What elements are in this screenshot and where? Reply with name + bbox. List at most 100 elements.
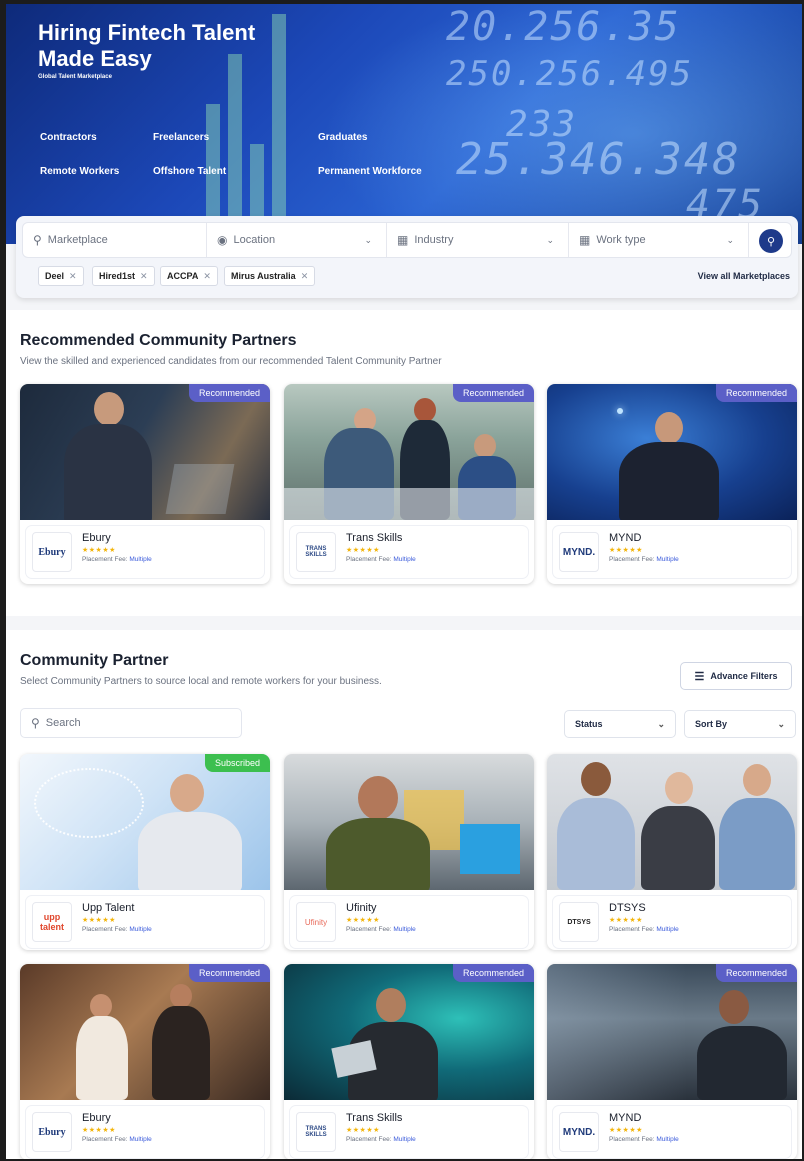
- partner-image: [20, 754, 270, 890]
- placement-fee: Placement Fee: Multiple: [82, 926, 152, 933]
- building-icon: ▦: [397, 233, 409, 247]
- partner-image: [547, 384, 797, 520]
- chevron-down-icon: ⌄: [546, 234, 554, 245]
- hero-link-graduates[interactable]: Graduates: [318, 132, 367, 143]
- partner-info: TRANS SKILLS Trans Skills ★★★★★ Placemen…: [290, 1106, 528, 1158]
- hero-title: Hiring Fintech Talent Made Easy: [38, 20, 256, 71]
- rating-stars: ★★★★★: [82, 547, 116, 554]
- rating-stars: ★★★★★: [609, 917, 643, 924]
- hero-link-freelancers[interactable]: Freelancers: [153, 132, 209, 143]
- rating-stars: ★★★★★: [346, 547, 380, 554]
- advance-filters-label: Advance Filters: [710, 671, 778, 681]
- chevron-down-icon: ⌄: [726, 234, 734, 245]
- section-title: Community Partner: [20, 652, 169, 669]
- chevron-down-icon: ⌄: [657, 718, 665, 729]
- partner-image: [284, 964, 534, 1100]
- location-placeholder: Location: [233, 234, 276, 246]
- partner-card-ebury-2[interactable]: Recommended Ebury Ebury ★★★★★ Placement …: [20, 964, 270, 1159]
- close-icon[interactable]: ✕: [69, 271, 77, 282]
- sort-dropdown[interactable]: Sort By ⌄: [684, 710, 796, 738]
- partner-card-trans-skills-2[interactable]: Recommended TRANS SKILLS Trans Skills ★★…: [284, 964, 534, 1159]
- hero-link-permanent-workforce[interactable]: Permanent Workforce: [318, 166, 422, 177]
- page: 20.256.35 250.256.495 233 25.346.348 475…: [6, 4, 802, 1159]
- partner-image: [547, 964, 797, 1100]
- partner-logo: Ufinity: [296, 902, 336, 942]
- partner-info: MYND. MYND ★★★★★ Placement Fee: Multiple: [553, 1106, 791, 1158]
- marketplace-field[interactable]: ⚲ Marketplace: [23, 223, 207, 257]
- marketplace-placeholder: Marketplace: [47, 234, 108, 246]
- partner-info: Ebury Ebury ★★★★★ Placement Fee: Multipl…: [26, 526, 264, 578]
- partner-card-dtsys[interactable]: DTSYS DTSYS ★★★★★ Placement Fee: Multipl…: [547, 754, 797, 950]
- partner-image: [20, 964, 270, 1100]
- partner-name: MYND: [609, 532, 642, 544]
- partner-name: Ebury: [82, 1112, 111, 1124]
- partner-card-ufinity[interactable]: Ufinity Ufinity ★★★★★ Placement Fee: Mul…: [284, 754, 534, 950]
- filter-chip-mirus-australia[interactable]: Mirus Australia ✕: [224, 266, 316, 286]
- partner-logo: upp talent: [32, 902, 72, 942]
- close-icon[interactable]: ✕: [140, 271, 148, 282]
- partner-card-mynd-2[interactable]: Recommended MYND. MYND ★★★★★ Placement F…: [547, 964, 797, 1159]
- section-title: Recommended Community Partners: [20, 332, 297, 349]
- chevron-down-icon: ⌄: [364, 234, 372, 245]
- search-icon: ⚲: [766, 235, 776, 248]
- partner-card-ebury[interactable]: Recommended Ebury Ebury ★★★★★ Placement …: [20, 384, 270, 584]
- hero-link-contractors[interactable]: Contractors: [40, 132, 97, 143]
- location-select[interactable]: ◉ Location ⌄: [207, 223, 387, 257]
- sort-label: Sort By: [695, 719, 728, 729]
- chip-label: Hired1st: [99, 271, 136, 281]
- partner-info: upp talent Upp Talent ★★★★★ Placement Fe…: [26, 896, 264, 948]
- hero-banner: 20.256.35 250.256.495 233 25.346.348 475…: [6, 4, 802, 244]
- industry-select[interactable]: ▦ Industry ⌄: [387, 223, 569, 257]
- hero-link-offshore-talent[interactable]: Offshore Talent: [153, 166, 226, 177]
- partner-logo: TRANS SKILLS: [296, 1112, 336, 1152]
- hero-link-remote-workers[interactable]: Remote Workers: [40, 166, 119, 177]
- search-submit-button[interactable]: ⚲: [759, 229, 783, 253]
- search-icon: ⚲: [33, 233, 42, 247]
- hero-ticker-2: 250.256.495: [446, 54, 694, 94]
- recommended-badge: Recommended: [452, 384, 534, 402]
- recommended-badge: Recommended: [452, 964, 534, 982]
- filter-chip-accpa[interactable]: ACCPA ✕: [160, 266, 218, 286]
- partner-card-trans-skills[interactable]: Recommended TRANS SKILLS Trans Skills ★★…: [284, 384, 534, 584]
- rating-stars: ★★★★★: [82, 917, 116, 924]
- community-section: Community Partner Select Community Partn…: [6, 630, 802, 1159]
- partner-logo: Ebury: [32, 532, 72, 572]
- partner-image: [284, 384, 534, 520]
- worktype-select[interactable]: ▦ Work type ⌄: [569, 223, 749, 257]
- advance-filters-button[interactable]: ☰ Advance Filters: [680, 662, 792, 690]
- partner-info: Ebury Ebury ★★★★★ Placement Fee: Multipl…: [26, 1106, 264, 1158]
- partner-name: Upp Talent: [82, 902, 135, 914]
- partner-card-mynd[interactable]: Recommended MYND. MYND ★★★★★ Placement F…: [547, 384, 797, 584]
- partner-info: MYND. MYND ★★★★★ Placement Fee: Multiple: [553, 526, 791, 578]
- chip-label: Deel: [45, 271, 65, 281]
- partner-info: Ufinity Ufinity ★★★★★ Placement Fee: Mul…: [290, 896, 528, 948]
- placement-fee: Placement Fee: Multiple: [346, 556, 416, 563]
- filter-chip-deel[interactable]: Deel ✕: [38, 266, 84, 286]
- partner-logo: MYND.: [559, 532, 599, 572]
- chevron-down-icon: ⌄: [777, 718, 785, 729]
- close-icon[interactable]: ✕: [203, 271, 211, 282]
- filter-chip-hired1st[interactable]: Hired1st ✕: [92, 266, 155, 286]
- rating-stars: ★★★★★: [346, 1127, 380, 1134]
- partner-name: Ebury: [82, 532, 111, 544]
- partner-info: DTSYS DTSYS ★★★★★ Placement Fee: Multipl…: [553, 896, 791, 948]
- status-dropdown[interactable]: Status ⌄: [564, 710, 676, 738]
- search-bar: ⚲ Marketplace ◉ Location ⌄ ▦ Industry ⌄ …: [22, 222, 792, 258]
- search-input[interactable]: ⚲ Search: [20, 708, 242, 738]
- recommended-badge: Recommended: [188, 384, 270, 402]
- recommended-badge: Recommended: [188, 964, 270, 982]
- subscribed-badge: Subscribed: [204, 754, 270, 772]
- view-all-marketplaces-link[interactable]: View all Marketplaces: [698, 271, 790, 281]
- hero-ticker-4: 25.346.348: [456, 134, 741, 185]
- recommended-badge: Recommended: [715, 964, 797, 982]
- section-subtitle: View the skilled and experienced candida…: [20, 356, 442, 367]
- placement-fee: Placement Fee: Multiple: [609, 926, 679, 933]
- partner-info: TRANS SKILLS Trans Skills ★★★★★ Placemen…: [290, 526, 528, 578]
- search-placeholder: Search: [45, 717, 81, 729]
- partner-name: MYND: [609, 1112, 642, 1124]
- filter-icon: ☰: [694, 670, 705, 683]
- partner-card-upp-talent[interactable]: Subscribed upp talent Upp Talent ★★★★★ P…: [20, 754, 270, 950]
- placement-fee: Placement Fee: Multiple: [82, 1136, 152, 1143]
- recommended-section: Recommended Community Partners View the …: [6, 310, 802, 616]
- close-icon[interactable]: ✕: [301, 271, 309, 282]
